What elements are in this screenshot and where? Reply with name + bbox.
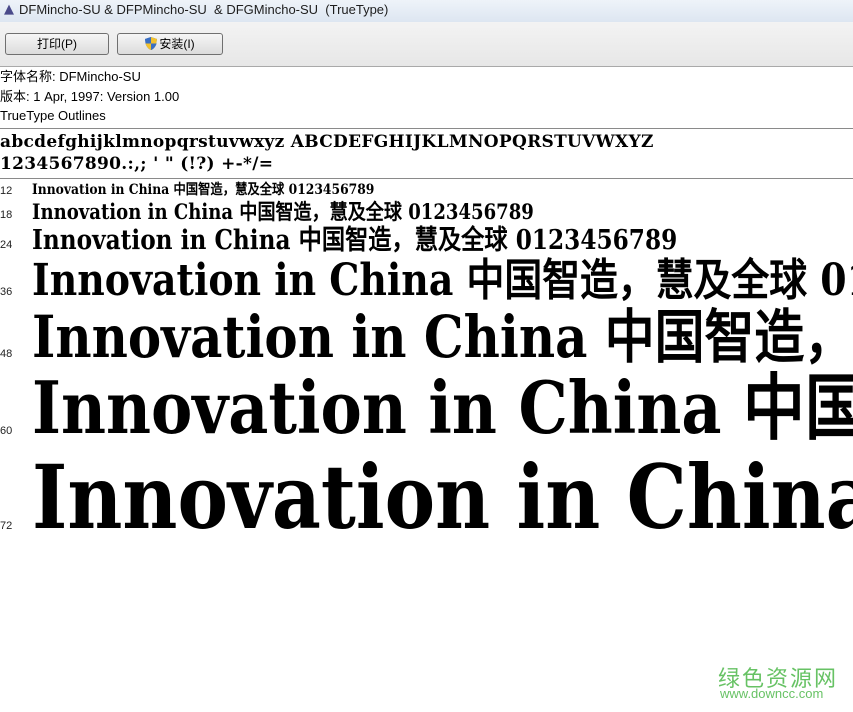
charset-letters: abcdefghijklmnopqrstuvwxyz ABCDEFGHIJKLM… (0, 132, 654, 152)
sample-row: 72 Innovation in China 中国智造，慧及全球 0123456… (0, 450, 853, 546)
window-title: DFMincho-SU & DFPMincho-SU & DFGMincho-S… (19, 2, 389, 17)
sample-text: Innovation in China 中国智造，慧及全球 0123456789 (32, 256, 853, 306)
font-name-line: 字体名称: DFMincho-SU (0, 69, 141, 84)
divider (0, 178, 853, 179)
font-version-line: 版本: 1 Apr, 1997: Version 1.00 (0, 89, 180, 104)
sample-text: Innovation in China 中国智造，慧及全球 0123456789 (32, 369, 853, 449)
sample-row: 24 Innovation in China 中国智造，慧及全球 0123456… (0, 225, 853, 258)
font-viewer-icon: ▲ (4, 2, 14, 17)
sample-row: 60 Innovation in China 中国智造，慧及全球 0123456… (0, 369, 853, 449)
sample-text: Innovation in China 中国智造，慧及全球 0123456789 (32, 305, 853, 369)
sample-row: 48 Innovation in China 中国智造，慧及全球 0123456… (0, 305, 853, 369)
sample-size-label: 12 (0, 185, 13, 197)
sample-size-label: 18 (0, 209, 13, 221)
sample-row: 36 Innovation in China 中国智造，慧及全球 0123456… (0, 256, 853, 308)
sample-size-label: 36 (0, 286, 13, 298)
charset-digits: 1234567890.:,; ' " (!?) +-*/= (0, 154, 274, 174)
sample-size-label: 60 (0, 425, 13, 437)
install-button[interactable]: 安装(I) (117, 33, 223, 55)
title-bar: ▲ DFMincho-SU & DFPMincho-SU & DFGMincho… (0, 0, 853, 23)
sample-text: Innovation in China 中国智造，慧及全球 0123456789 (32, 225, 678, 256)
font-type-line: TrueType Outlines (0, 108, 106, 123)
uac-shield-icon (145, 37, 158, 50)
divider (0, 128, 853, 129)
print-button[interactable]: 打印(P) (5, 33, 109, 55)
sample-size-label: 72 (0, 520, 13, 532)
sample-text: Innovation in China 中国智造，慧及全球 0123456789 (32, 450, 853, 546)
sample-text: Innovation in China 中国智造，慧及全球 0123456789 (32, 199, 534, 224)
sample-size-label: 48 (0, 348, 13, 360)
sample-row: 12 Innovation in China 中国智造，慧及全球 0123456… (0, 181, 853, 201)
sample-text: Innovation in China 中国智造，慧及全球 0123456789 (32, 182, 375, 198)
toolbar: 打印(P) 安装(I) (0, 22, 853, 67)
sample-row: 18 Innovation in China 中国智造，慧及全球 0123456… (0, 199, 853, 227)
sample-size-label: 24 (0, 239, 13, 251)
install-button-label: 安装(I) (159, 37, 195, 51)
watermark-url: www.downcc.com (720, 686, 824, 701)
